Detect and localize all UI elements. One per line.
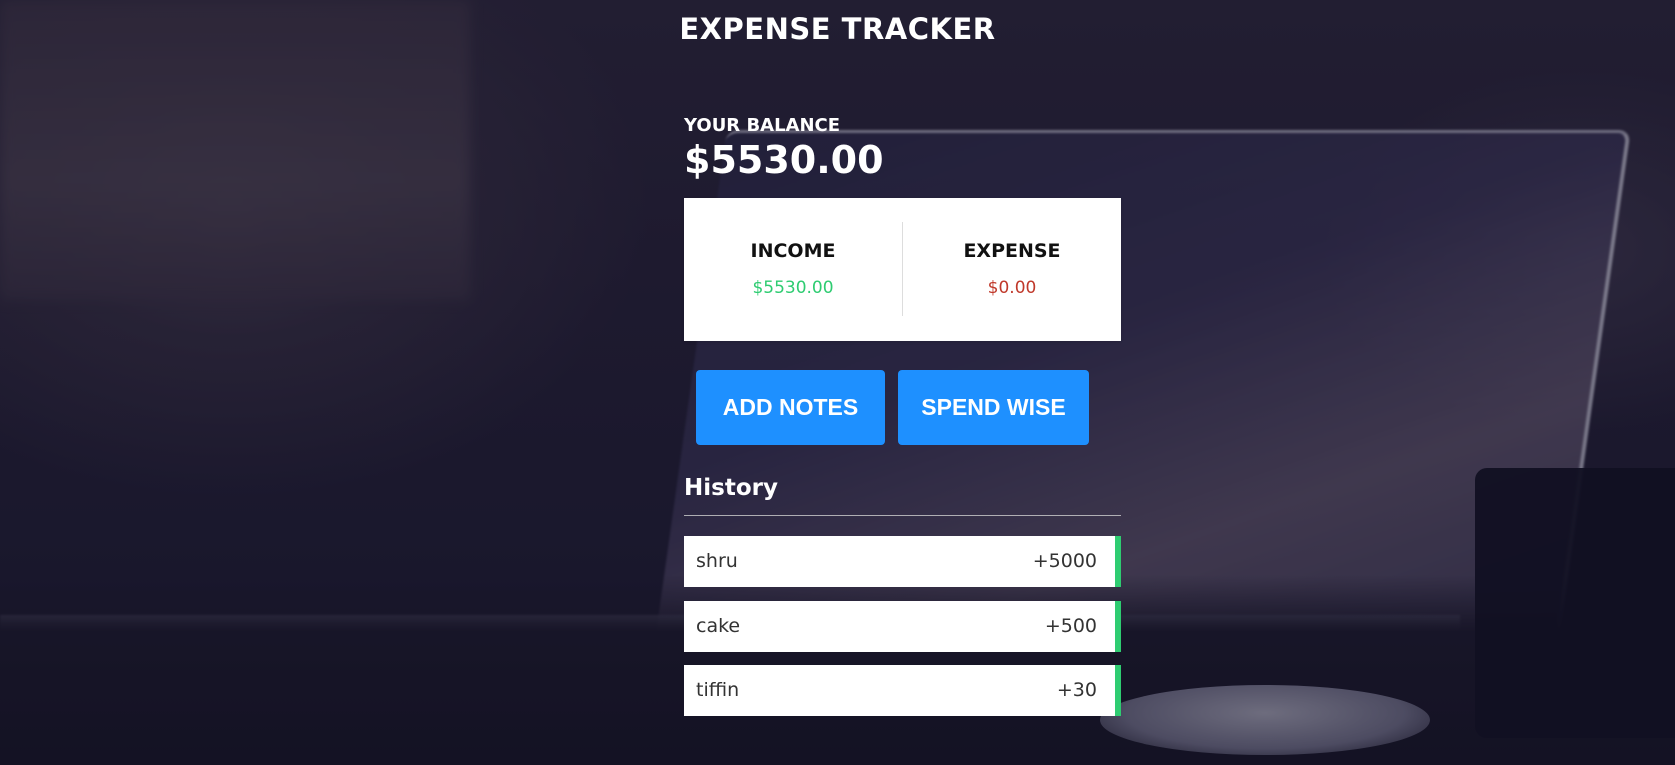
history-item-text: cake — [696, 615, 741, 638]
history-item[interactable]: tiffin +30 — [684, 664, 1121, 716]
history-item[interactable]: cake +500 — [684, 600, 1121, 652]
expense-value: $0.00 — [987, 278, 1037, 299]
action-buttons: ADD NOTES SPEND WISE — [684, 369, 1121, 445]
tracker-container: YOUR BALANCE $5530.00 INCOME $5530.00 EX… — [684, 115, 1121, 730]
income-label: INCOME — [750, 240, 836, 263]
balance-value: $5530.00 — [684, 138, 884, 182]
balance-label: YOUR BALANCE — [684, 115, 841, 136]
income-expense-card: INCOME $5530.00 EXPENSE $0.00 — [684, 197, 1121, 341]
history-item[interactable]: shru +5000 — [684, 535, 1121, 587]
history-item-amount: +30 — [1056, 679, 1097, 702]
income-column: INCOME $5530.00 — [684, 240, 902, 298]
income-value: $5530.00 — [752, 278, 834, 299]
history-item-amount: +5000 — [1032, 550, 1097, 573]
expense-label: EXPENSE — [963, 240, 1061, 263]
expense-column: EXPENSE $0.00 — [903, 240, 1121, 298]
history-item-amount: +500 — [1044, 615, 1097, 638]
history-divider — [684, 514, 1121, 516]
add-notes-button[interactable]: ADD NOTES — [696, 369, 885, 445]
history-item-text: tiffin — [696, 679, 740, 702]
spend-wise-button[interactable]: SPEND WISE — [898, 369, 1089, 445]
app-title: EXPENSE TRACKER — [679, 12, 996, 46]
history-list: shru +5000 cake +500 tiffin +30 — [684, 535, 1121, 716]
history-item-text: shru — [696, 550, 738, 573]
history-title: History — [684, 474, 778, 501]
